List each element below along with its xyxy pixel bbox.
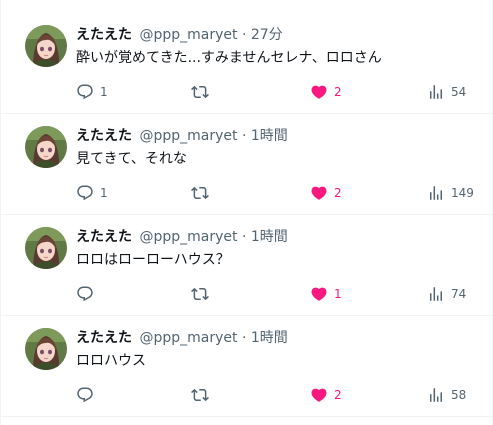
tweet[interactable]: えたえた @ppp_maryet · 1時間 ロロはローローハウス？ 1 74 <box>1 215 493 316</box>
tweet-actions: 1 2 54 <box>1 81 493 103</box>
avatar[interactable] <box>25 227 67 269</box>
tweet-actions: 2 58 <box>1 384 493 406</box>
like-count: 2 <box>334 186 342 200</box>
tweet-header: えたえた @ppp_maryet · 1時間 <box>76 329 288 347</box>
reply-count: 1 <box>100 186 108 200</box>
views-count: 74 <box>451 287 467 301</box>
reply-button[interactable]: 1 <box>76 81 108 103</box>
user-handle[interactable]: @ppp_maryet <box>139 229 237 245</box>
timestamp[interactable]: 1時間 <box>251 330 288 346</box>
heart-icon <box>310 285 328 303</box>
like-count: 1 <box>334 287 342 301</box>
reply-icon <box>76 184 94 202</box>
tweet-text: ロロハウス <box>76 353 146 369</box>
views-button[interactable]: 149 <box>427 182 474 204</box>
views-icon <box>427 386 445 404</box>
tweet-text: ロロはローローハウス？ <box>76 252 230 268</box>
tweet[interactable]: えたえた @ppp_maryet · 27分 酔いが覚めてきた...すみませんセ… <box>1 13 493 114</box>
views-button[interactable]: 58 <box>427 384 466 406</box>
timestamp[interactable]: 1時間 <box>251 128 288 144</box>
tweet-header: えたえた @ppp_maryet · 1時間 <box>76 228 288 246</box>
user-handle[interactable]: @ppp_maryet <box>139 330 237 346</box>
retweet-icon <box>191 83 209 101</box>
retweet-icon <box>191 386 209 404</box>
avatar[interactable] <box>25 25 67 67</box>
tweet-header: えたえた @ppp_maryet · 1時間 <box>76 127 288 145</box>
heart-icon <box>310 83 328 101</box>
tweet-text: 見てきて、それな <box>76 151 187 167</box>
display-name[interactable]: えたえた <box>76 330 132 346</box>
views-icon <box>427 83 445 101</box>
views-icon <box>427 184 445 202</box>
user-handle[interactable]: @ppp_maryet <box>139 27 237 43</box>
tweet-text: 酔いが覚めてきた...すみませんセレナ、ロロさん <box>76 50 382 66</box>
retweet-button[interactable] <box>191 384 215 406</box>
views-count: 58 <box>451 388 467 402</box>
separator-dot: · <box>241 229 247 245</box>
retweet-button[interactable] <box>191 283 215 305</box>
reply-icon <box>76 386 94 404</box>
like-count: 2 <box>334 85 342 99</box>
retweet-icon <box>191 285 209 303</box>
like-button[interactable]: 2 <box>310 81 342 103</box>
display-name[interactable]: えたえた <box>76 128 132 144</box>
views-button[interactable]: 54 <box>427 81 466 103</box>
separator-dot: · <box>241 128 247 144</box>
reply-icon <box>76 285 94 303</box>
tweet-actions: 1 74 <box>1 283 493 305</box>
avatar[interactable] <box>25 328 67 370</box>
user-handle[interactable]: @ppp_maryet <box>139 128 237 144</box>
separator-dot: · <box>241 27 247 43</box>
reply-button[interactable]: 1 <box>76 182 108 204</box>
reply-icon <box>76 83 94 101</box>
timestamp[interactable]: 27分 <box>251 27 283 43</box>
display-name[interactable]: えたえた <box>76 229 132 245</box>
retweet-button[interactable] <box>191 182 215 204</box>
tweet-header: えたえた @ppp_maryet · 27分 <box>76 26 283 44</box>
views-button[interactable]: 74 <box>427 283 466 305</box>
tweet[interactable]: えたえた @ppp_maryet · 1時間 ロロハウス 2 58 <box>1 316 493 417</box>
avatar[interactable] <box>25 126 67 168</box>
views-icon <box>427 285 445 303</box>
like-button[interactable]: 2 <box>310 384 342 406</box>
tweet-actions: 1 2 149 <box>1 182 493 204</box>
separator-dot: · <box>241 330 247 346</box>
like-count: 2 <box>334 388 342 402</box>
heart-icon <box>310 386 328 404</box>
reply-count: 1 <box>100 85 108 99</box>
display-name[interactable]: えたえた <box>76 27 132 43</box>
views-count: 54 <box>451 85 467 99</box>
tweet[interactable]: えたえた @ppp_maryet · 1時間 見てきて、それな 1 2 149 <box>1 114 493 215</box>
timeline: えたえた @ppp_maryet · 27分 酔いが覚めてきた...すみませんセ… <box>0 0 493 425</box>
reply-button[interactable] <box>76 283 100 305</box>
retweet-button[interactable] <box>191 81 215 103</box>
reply-button[interactable] <box>76 384 100 406</box>
views-count: 149 <box>451 186 474 200</box>
timestamp[interactable]: 1時間 <box>251 229 288 245</box>
heart-icon <box>310 184 328 202</box>
like-button[interactable]: 2 <box>310 182 342 204</box>
like-button[interactable]: 1 <box>310 283 342 305</box>
retweet-icon <box>191 184 209 202</box>
